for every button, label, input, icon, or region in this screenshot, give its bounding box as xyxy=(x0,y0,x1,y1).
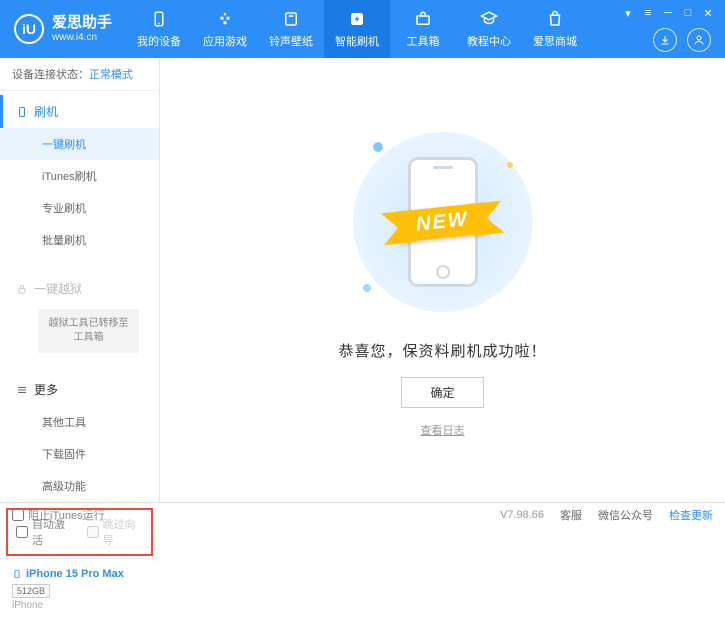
tutorial-icon xyxy=(479,9,499,29)
store-icon xyxy=(545,9,565,29)
list-icon[interactable]: ≡ xyxy=(641,6,655,20)
sidebar-item-other-tools[interactable]: 其他工具 xyxy=(0,406,159,438)
main-content: NEW 恭喜您，保资料刷机成功啦！ 确定 查看日志 xyxy=(160,58,725,502)
nav-store[interactable]: 爱思商城 xyxy=(522,0,588,58)
nav-flash[interactable]: 智能刷机 xyxy=(324,0,390,58)
block-itunes-checkbox[interactable]: 阻止iTunes运行 xyxy=(12,507,105,523)
nav-toolbox[interactable]: 工具箱 xyxy=(390,0,456,58)
sidebar-item-download-fw[interactable]: 下载固件 xyxy=(0,438,159,470)
wechat-link[interactable]: 微信公众号 xyxy=(598,507,653,523)
window-controls: ▾ ≡ ─ □ ✕ xyxy=(621,6,715,20)
ringtone-icon xyxy=(281,9,301,29)
menu-icon[interactable]: ▾ xyxy=(621,6,635,20)
maximize-icon[interactable]: □ xyxy=(681,6,695,20)
sidebar-head-more[interactable]: 更多 xyxy=(0,373,159,406)
apps-icon xyxy=(215,9,235,29)
sidebar-head-jailbreak: 一键越狱 xyxy=(0,272,159,305)
device-storage: 512GB xyxy=(12,584,50,598)
flash-icon xyxy=(347,9,367,29)
phone-icon xyxy=(12,567,22,581)
ok-button[interactable]: 确定 xyxy=(401,377,483,408)
nav-my-device[interactable]: 我的设备 xyxy=(126,0,192,58)
sidebar-head-flash[interactable]: 刷机 xyxy=(0,95,159,128)
close-icon[interactable]: ✕ xyxy=(701,6,715,20)
app-title: 爱思助手 xyxy=(52,15,112,32)
sidebar-item-advanced[interactable]: 高级功能 xyxy=(0,470,159,502)
list-icon xyxy=(16,384,28,396)
device-icon xyxy=(149,9,169,29)
logo: iU 爱思助手 www.i4.cn xyxy=(0,14,126,44)
minimize-icon[interactable]: ─ xyxy=(661,6,675,20)
sidebar: 设备连接状态：正常模式 刷机 一键刷机 iTunes刷机 专业刷机 批量刷机 一… xyxy=(0,58,160,502)
logo-icon: iU xyxy=(14,14,44,44)
app-url: www.i4.cn xyxy=(52,32,112,43)
lock-icon xyxy=(16,283,28,295)
sidebar-item-oneclick-flash[interactable]: 一键刷机 xyxy=(0,128,159,160)
nav-tutorial[interactable]: 教程中心 xyxy=(456,0,522,58)
user-button[interactable] xyxy=(687,28,711,52)
check-update-link[interactable]: 检查更新 xyxy=(669,507,713,523)
success-message: 恭喜您，保资料刷机成功啦！ xyxy=(338,340,546,361)
app-header: iU 爱思助手 www.i4.cn 我的设备 应用游戏 铃声壁纸 智能刷机 工具… xyxy=(0,0,725,58)
top-nav: 我的设备 应用游戏 铃声壁纸 智能刷机 工具箱 教程中心 爱思商城 xyxy=(126,0,588,58)
sidebar-item-pro-flash[interactable]: 专业刷机 xyxy=(0,192,159,224)
sidebar-item-batch-flash[interactable]: 批量刷机 xyxy=(0,224,159,256)
success-illustration: NEW xyxy=(343,122,543,322)
connection-status: 设备连接状态：正常模式 xyxy=(0,58,159,91)
view-log-link[interactable]: 查看日志 xyxy=(421,422,465,438)
device-type: iPhone xyxy=(12,600,147,611)
sidebar-item-itunes-flash[interactable]: iTunes刷机 xyxy=(0,160,159,192)
support-link[interactable]: 客服 xyxy=(560,507,582,523)
nav-apps[interactable]: 应用游戏 xyxy=(192,0,258,58)
download-button[interactable] xyxy=(653,28,677,52)
version-label: V7.98.66 xyxy=(500,509,544,521)
phone-icon xyxy=(16,106,28,118)
jailbreak-note: 越狱工具已转移至工具箱 xyxy=(38,309,139,353)
nav-ringtone[interactable]: 铃声壁纸 xyxy=(258,0,324,58)
toolbox-icon xyxy=(413,9,433,29)
device-info[interactable]: iPhone 15 Pro Max 512GB iPhone xyxy=(0,558,159,619)
